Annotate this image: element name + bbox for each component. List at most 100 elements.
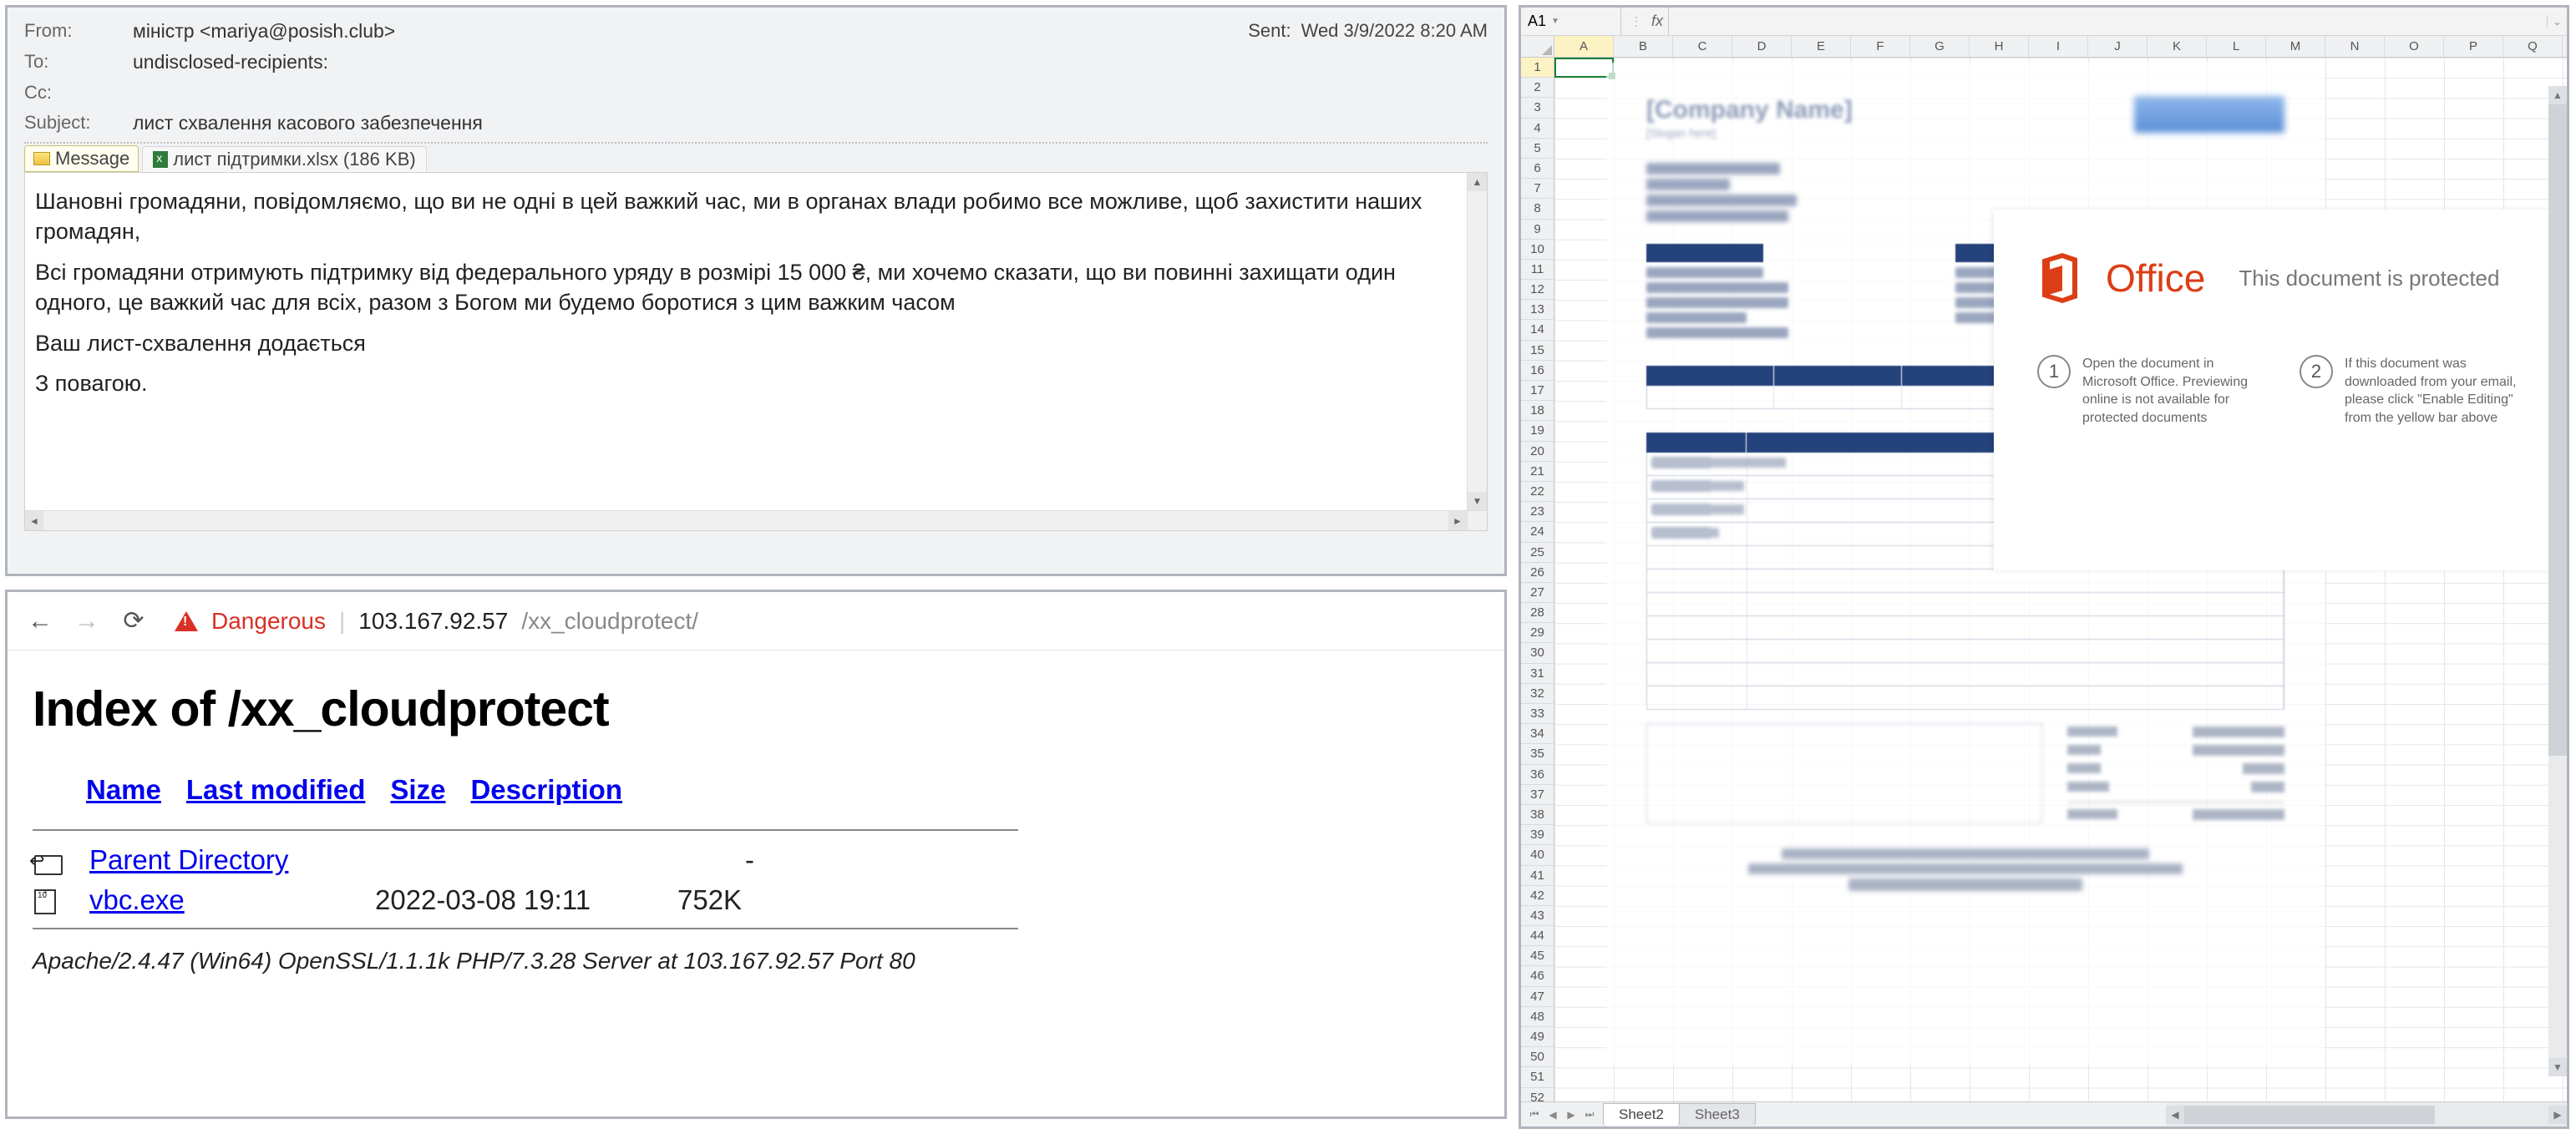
row-header[interactable]: 5 (1521, 139, 1554, 159)
row-header[interactable]: 27 (1521, 583, 1554, 603)
row-header[interactable]: 25 (1521, 543, 1554, 563)
row-header[interactable]: 37 (1521, 785, 1554, 805)
row-header[interactable]: 50 (1521, 1047, 1554, 1067)
next-sheet-icon[interactable]: ▶ (1563, 1106, 1580, 1123)
message-tab[interactable]: Message (24, 145, 139, 172)
column-header[interactable]: Q (2503, 36, 2563, 57)
col-description[interactable]: Description (470, 774, 622, 805)
column-headers[interactable]: ABCDEFGHIJKLMNOPQ (1554, 36, 2567, 58)
first-sheet-icon[interactable]: ⏮ (1526, 1106, 1543, 1123)
name-box[interactable]: A1 ▼ (1521, 8, 1621, 35)
column-header[interactable]: F (1851, 36, 1910, 57)
row-header[interactable]: 18 (1521, 401, 1554, 421)
column-header[interactable]: M (2266, 36, 2325, 57)
row-header[interactable]: 30 (1521, 643, 1554, 663)
sheet-nav[interactable]: ⏮ ◀ ▶ ⏭ (1521, 1106, 1603, 1123)
row-header[interactable]: 46 (1521, 966, 1554, 986)
email-horizontal-scrollbar[interactable]: ◄ ► (25, 510, 1467, 530)
col-name[interactable]: Name (86, 774, 161, 805)
row-header[interactable]: 4 (1521, 119, 1554, 139)
reload-button[interactable]: ⟳ (119, 607, 148, 635)
row-header[interactable]: 35 (1521, 744, 1554, 764)
row-header[interactable]: 31 (1521, 664, 1554, 684)
row-header[interactable]: 38 (1521, 805, 1554, 825)
row-headers[interactable]: 1234567891011121314151617181920212223242… (1521, 36, 1554, 1101)
column-header[interactable]: E (1792, 36, 1851, 57)
row-header[interactable]: 40 (1521, 845, 1554, 865)
scroll-up-icon[interactable]: ▲ (1468, 173, 1487, 191)
row-header[interactable]: 23 (1521, 502, 1554, 522)
row-header[interactable]: 10 (1521, 240, 1554, 260)
row-header[interactable]: 16 (1521, 361, 1554, 381)
row-header[interactable]: 15 (1521, 341, 1554, 361)
row-header[interactable]: 39 (1521, 825, 1554, 845)
row-header[interactable]: 42 (1521, 886, 1554, 906)
row-header[interactable]: 20 (1521, 442, 1554, 462)
row-header[interactable]: 24 (1521, 522, 1554, 542)
scroll-left-icon[interactable]: ◀ (2166, 1106, 2184, 1124)
scroll-down-icon[interactable]: ▼ (1468, 492, 1487, 510)
scroll-right-icon[interactable]: ▶ (2548, 1106, 2567, 1124)
dropdown-icon[interactable]: ▼ (1551, 17, 1559, 26)
scroll-thumb[interactable] (2548, 104, 2567, 756)
scroll-right-icon[interactable]: ► (1448, 511, 1467, 530)
row-header[interactable]: 32 (1521, 684, 1554, 704)
row-header[interactable]: 17 (1521, 381, 1554, 401)
row-header[interactable]: 19 (1521, 421, 1554, 441)
row-header[interactable]: 49 (1521, 1027, 1554, 1047)
row-header[interactable]: 14 (1521, 320, 1554, 340)
selected-cell[interactable] (1554, 58, 1614, 78)
last-sheet-icon[interactable]: ⏭ (1581, 1106, 1598, 1123)
sheet-tab[interactable]: Sheet3 (1679, 1103, 1756, 1126)
row-header[interactable]: 28 (1521, 603, 1554, 623)
select-all-corner[interactable] (1521, 36, 1554, 58)
formula-bar[interactable] (1668, 8, 2547, 35)
column-header[interactable]: D (1732, 36, 1792, 57)
column-header[interactable]: A (1554, 36, 1614, 57)
email-body[interactable]: Шановні громадяни, повідомляємо, що ви н… (25, 173, 1487, 510)
column-header[interactable]: J (2088, 36, 2148, 57)
column-header[interactable]: I (2029, 36, 2088, 57)
row-header[interactable]: 13 (1521, 300, 1554, 320)
column-header[interactable]: L (2207, 36, 2266, 57)
column-header[interactable]: O (2385, 36, 2444, 57)
excel-vertical-scrollbar[interactable]: ▲ ▼ (2548, 86, 2567, 1076)
back-button[interactable]: ← (26, 607, 54, 635)
row-header[interactable]: 12 (1521, 280, 1554, 300)
scroll-thumb[interactable] (2184, 1106, 2435, 1124)
scroll-up-icon[interactable]: ▲ (2548, 86, 2567, 104)
row-header[interactable]: 36 (1521, 765, 1554, 785)
col-size[interactable]: Size (390, 774, 445, 805)
row-header[interactable]: 34 (1521, 724, 1554, 744)
row-header[interactable]: 22 (1521, 482, 1554, 502)
address-bar[interactable]: Dangerous | 103.167.92.57/xx_cloudprotec… (175, 608, 698, 635)
row-header[interactable]: 51 (1521, 1067, 1554, 1087)
forward-button[interactable]: → (73, 607, 101, 635)
row-header[interactable]: 33 (1521, 704, 1554, 724)
row-header[interactable]: 9 (1521, 220, 1554, 240)
file-link[interactable]: vbc.exe (89, 884, 185, 915)
row-header[interactable]: 26 (1521, 563, 1554, 583)
expand-formula-icon[interactable]: ⌄ (2547, 16, 2567, 28)
scroll-left-icon[interactable]: ◄ (25, 511, 43, 530)
row-header[interactable]: 47 (1521, 987, 1554, 1007)
parent-dir-link[interactable]: Parent Directory (89, 844, 288, 875)
col-modified[interactable]: Last modified (186, 774, 366, 805)
row-header[interactable]: 43 (1521, 906, 1554, 926)
row-header[interactable]: 8 (1521, 199, 1554, 219)
column-header[interactable]: N (2325, 36, 2385, 57)
column-header[interactable]: K (2148, 36, 2207, 57)
column-header[interactable]: H (1970, 36, 2029, 57)
column-header[interactable]: C (1673, 36, 1732, 57)
row-header[interactable]: 1 (1521, 58, 1554, 78)
row-header[interactable]: 29 (1521, 623, 1554, 643)
row-header[interactable]: 11 (1521, 260, 1554, 280)
row-header[interactable]: 52 (1521, 1088, 1554, 1101)
row-header[interactable]: 6 (1521, 159, 1554, 179)
excel-horizontal-scrollbar[interactable]: ◀ ▶ (2166, 1102, 2567, 1126)
column-header[interactable]: B (1614, 36, 1673, 57)
spreadsheet-grid[interactable]: 1234567891011121314151617181920212223242… (1521, 36, 2567, 1101)
row-header[interactable]: 21 (1521, 462, 1554, 482)
attachment-file[interactable]: лист підтримки.xlsx (186 KB) (142, 146, 426, 172)
prev-sheet-icon[interactable]: ◀ (1544, 1106, 1561, 1123)
